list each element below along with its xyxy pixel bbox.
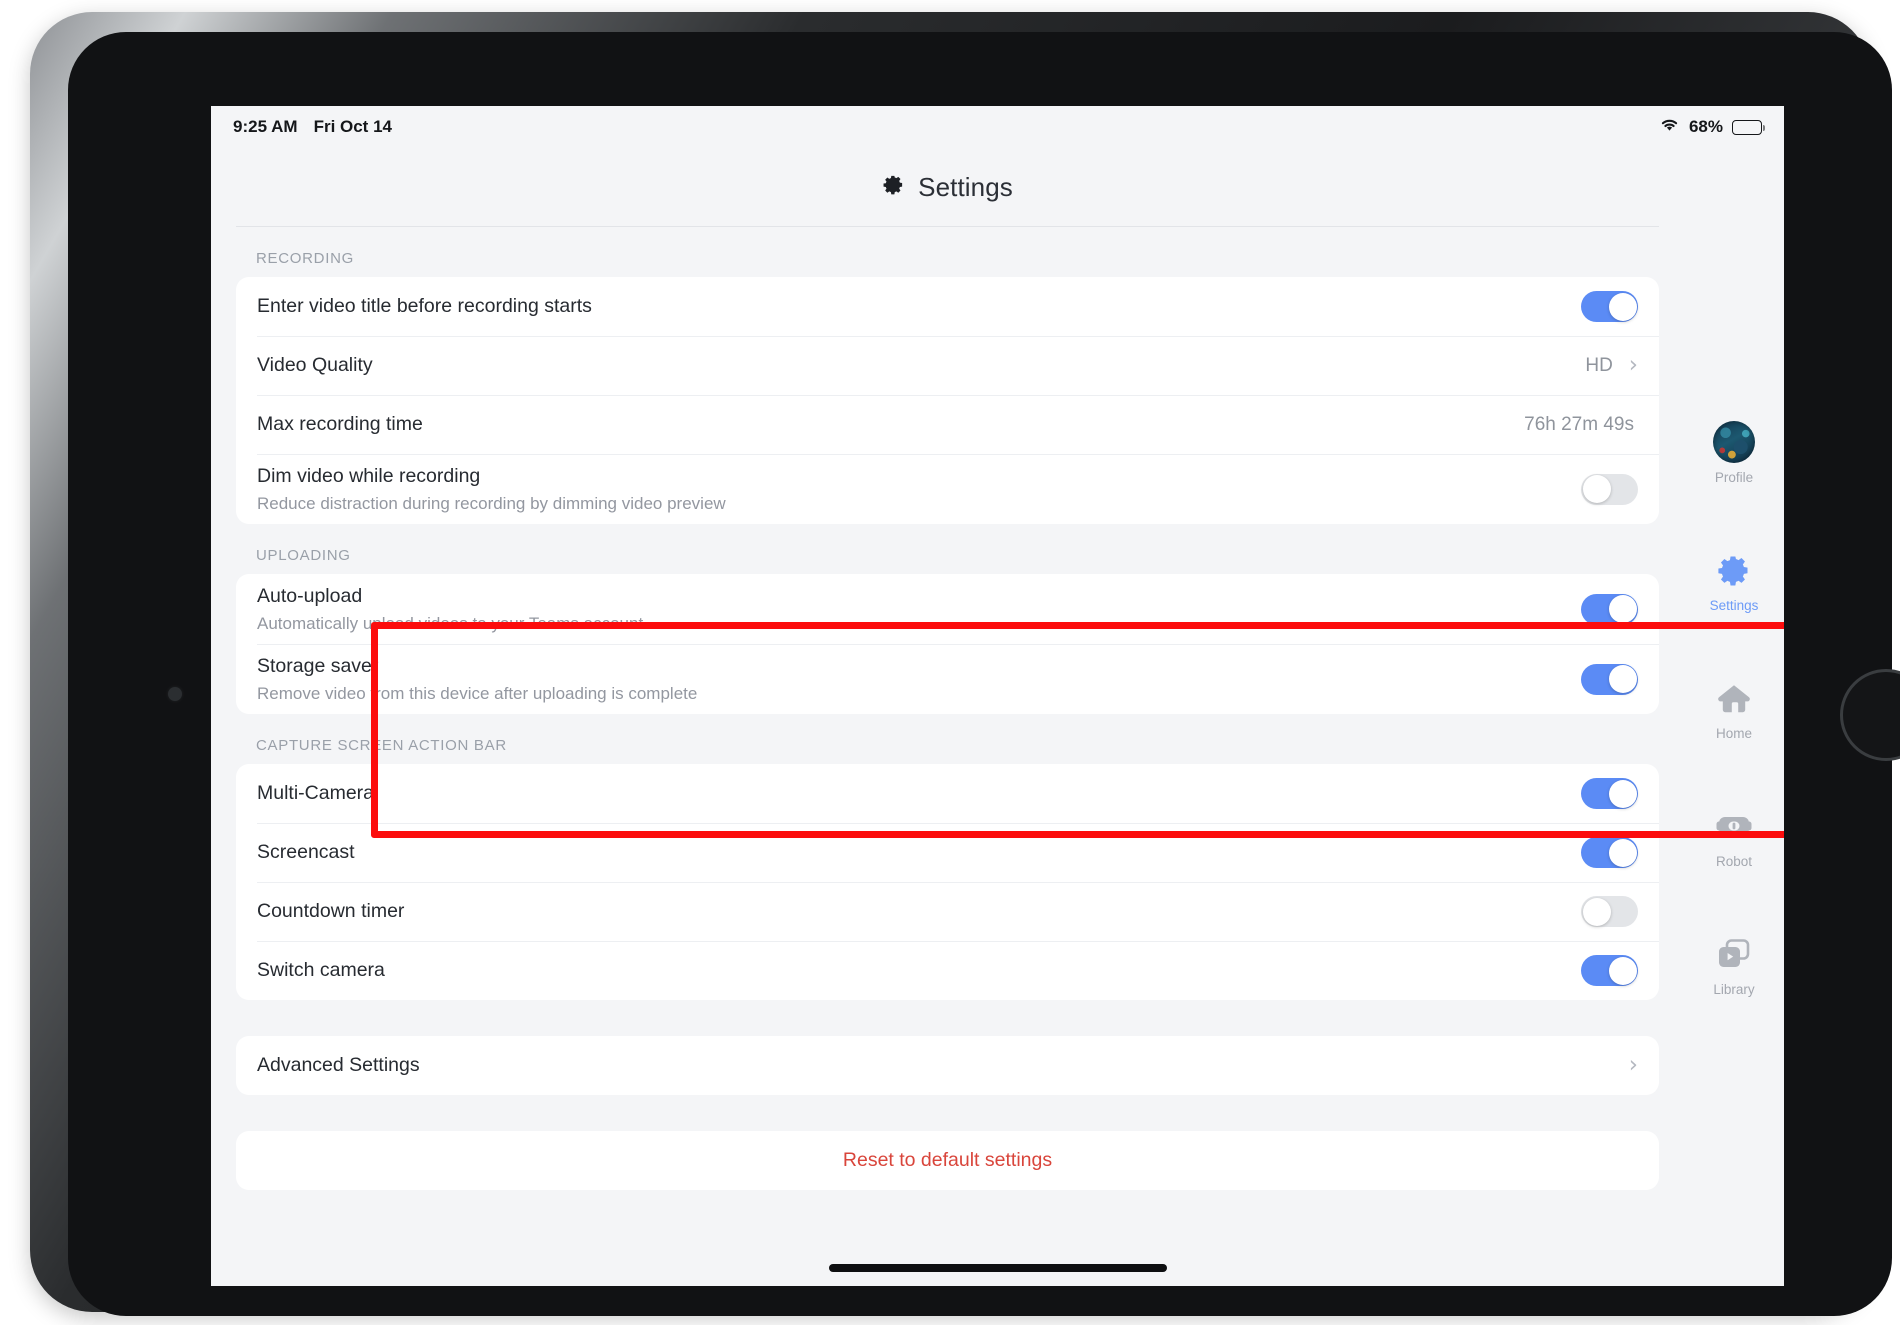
- setting-title: Max recording time: [257, 413, 423, 436]
- setting-value-max-recording-time: 76h 27m 49s: [1524, 413, 1634, 435]
- setting-title: Countdown timer: [257, 900, 405, 923]
- section-header-uploading: UPLOADING: [256, 547, 351, 564]
- dock-item-profile[interactable]: Profile: [1684, 413, 1784, 541]
- section-card-uploading: Auto-upload Automatically upload videos …: [236, 574, 1659, 714]
- setting-title: Auto-upload: [257, 585, 363, 608]
- status-bar: 9:25 AM Fri Oct 14 68%: [211, 106, 1784, 148]
- setting-row-text: Auto-upload Automatically upload videos …: [257, 574, 1581, 643]
- setting-row-text: Multi-Camera: [257, 771, 1581, 815]
- battery-icon: [1732, 119, 1765, 135]
- setting-row-text: Dim video while recording Reduce distrac…: [257, 454, 1581, 523]
- tablet-device-frame: 9:25 AM Fri Oct 14 68% Settings RECORDIN…: [30, 12, 1900, 1316]
- setting-row-text: Advanced Settings: [257, 1043, 1617, 1087]
- setting-title: Screencast: [257, 841, 355, 864]
- dock-label-settings: Settings: [1709, 598, 1759, 613]
- page-header: Settings: [236, 148, 1659, 227]
- chevron-right-icon: ›: [1628, 352, 1638, 378]
- library-icon: [1711, 931, 1757, 977]
- toggle-storage-saver[interactable]: [1581, 663, 1638, 695]
- setting-row-dim-video[interactable]: Dim video while recording Reduce distrac…: [236, 454, 1659, 524]
- battery-percent-label: 68%: [1688, 117, 1723, 136]
- setting-row-text: Max recording time: [257, 402, 1524, 446]
- dock-item-robot[interactable]: Robot: [1684, 797, 1784, 925]
- tablet-device-body: 9:25 AM Fri Oct 14 68% Settings RECORDIN…: [68, 32, 1900, 1316]
- right-dock-sidebar: Profile Settings Home Robot Library: [1684, 148, 1784, 1286]
- dock-label-profile: Profile: [1714, 470, 1754, 485]
- setting-row-text: Video Quality: [257, 343, 1585, 387]
- setting-row-text: Storage saver Remove video from this dev…: [257, 644, 1581, 713]
- toggle-dim-video[interactable]: [1581, 473, 1638, 505]
- tablet-screen: 9:25 AM Fri Oct 14 68% Settings RECORDIN…: [211, 106, 1784, 1286]
- setting-title: Enter video title before recording start…: [257, 295, 592, 318]
- setting-row-text: Screencast: [257, 830, 1581, 874]
- reset-settings-card[interactable]: Reset to default settings: [236, 1131, 1659, 1190]
- dock-item-settings[interactable]: Settings: [1684, 541, 1784, 669]
- settings-content-column: Settings RECORDING Enter video title bef…: [211, 148, 1684, 1286]
- front-camera-lens: [168, 687, 182, 701]
- setting-title: Dim video while recording: [257, 465, 481, 488]
- setting-row-screencast[interactable]: Screencast: [236, 823, 1659, 882]
- dock-label-robot: Robot: [1715, 854, 1753, 869]
- setting-subtitle: Remove video from this device after uplo…: [257, 683, 698, 703]
- robot-icon: [1711, 803, 1757, 849]
- toggle-multi-camera[interactable]: [1581, 778, 1638, 809]
- status-bar-right: 68%: [1659, 117, 1765, 137]
- section-recording: RECORDING Enter video title before recor…: [211, 227, 1684, 524]
- home-indicator[interactable]: [828, 1264, 1167, 1272]
- section-header-recording: RECORDING: [256, 250, 354, 267]
- setting-row-countdown-timer[interactable]: Countdown timer: [236, 882, 1659, 941]
- section-capture-screen-action-bar: CAPTURE SCREEN ACTION BAR Multi-Camera S…: [211, 714, 1684, 1000]
- setting-row-max-recording-time[interactable]: Max recording time 76h 27m 49s: [236, 395, 1659, 454]
- home-icon: [1711, 675, 1757, 721]
- setting-row-multi-camera[interactable]: Multi-Camera: [236, 764, 1659, 823]
- setting-row-text: Switch camera: [257, 948, 1581, 992]
- advanced-settings-card: Advanced Settings ›: [236, 1036, 1659, 1095]
- settings-list: RECORDING Enter video title before recor…: [211, 227, 1684, 1200]
- dock-item-home[interactable]: Home: [1684, 669, 1784, 797]
- section-uploading: UPLOADING Auto-upload Automatically uplo…: [211, 524, 1684, 714]
- dock-label-home: Home: [1715, 726, 1752, 741]
- toggle-screencast[interactable]: [1581, 837, 1638, 868]
- advanced-settings-label: Advanced Settings: [257, 1054, 420, 1077]
- dock-item-library[interactable]: Library: [1684, 925, 1784, 1053]
- page-title: Settings: [918, 171, 1013, 202]
- setting-row-auto-upload[interactable]: Auto-upload Automatically upload videos …: [236, 574, 1659, 644]
- setting-row-text: Countdown timer: [257, 889, 1581, 933]
- toggle-auto-upload[interactable]: [1581, 593, 1638, 625]
- app-area: Settings RECORDING Enter video title bef…: [211, 148, 1784, 1286]
- gear-icon: [1711, 547, 1757, 593]
- setting-title: Storage saver: [257, 655, 379, 678]
- setting-title: Multi-Camera: [257, 782, 375, 805]
- avatar-icon: [1711, 419, 1757, 465]
- section-header-capture-screen-action-bar: CAPTURE SCREEN ACTION BAR: [256, 737, 507, 754]
- advanced-settings-row[interactable]: Advanced Settings ›: [236, 1036, 1659, 1095]
- status-time: 9:25 AM: [233, 117, 298, 136]
- wifi-icon: [1659, 117, 1680, 137]
- section-card-capture-screen-action-bar: Multi-Camera Screencast Countdown timer …: [236, 764, 1659, 1000]
- setting-title: Switch camera: [257, 959, 385, 982]
- setting-row-storage-saver[interactable]: Storage saver Remove video from this dev…: [236, 644, 1659, 714]
- setting-row-switch-camera[interactable]: Switch camera: [236, 941, 1659, 1000]
- setting-subtitle: Automatically upload videos to your Team…: [257, 613, 644, 633]
- setting-title: Video Quality: [257, 354, 373, 377]
- chevron-right-icon: ›: [1628, 1052, 1638, 1078]
- reset-settings-label: Reset to default settings: [842, 1149, 1053, 1171]
- toggle-switch-camera[interactable]: [1581, 955, 1638, 986]
- setting-row-text: Enter video title before recording start…: [257, 284, 1581, 328]
- toggle-enter-video-title[interactable]: [1581, 291, 1638, 322]
- home-button[interactable]: [1840, 669, 1900, 761]
- status-date: Fri Oct 14: [313, 117, 392, 136]
- setting-row-enter-video-title[interactable]: Enter video title before recording start…: [236, 277, 1659, 336]
- setting-row-video-quality[interactable]: Video Quality HD ›: [236, 336, 1659, 395]
- setting-subtitle: Reduce distraction during recording by d…: [257, 493, 726, 513]
- status-bar-left: 9:25 AM Fri Oct 14: [233, 117, 392, 137]
- section-card-recording: Enter video title before recording start…: [236, 277, 1659, 524]
- dock-label-library: Library: [1713, 982, 1755, 997]
- toggle-countdown-timer[interactable]: [1581, 896, 1638, 927]
- gear-icon: [882, 173, 905, 201]
- setting-value-video-quality: HD: [1585, 354, 1613, 376]
